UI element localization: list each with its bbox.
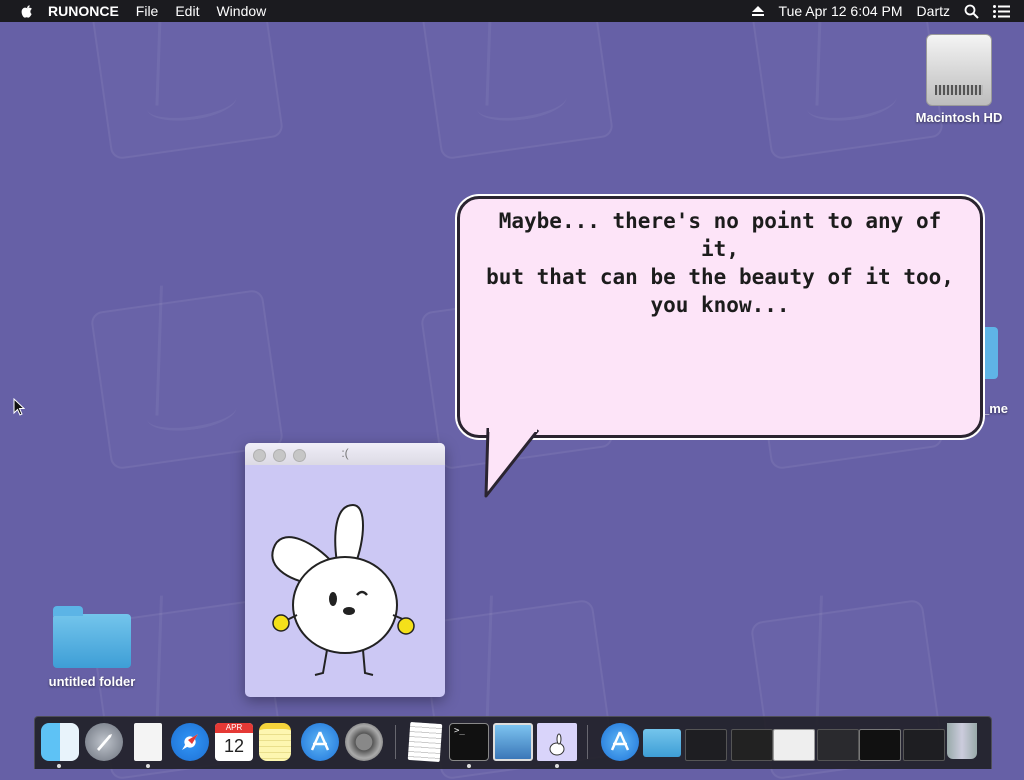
dock-system-preferences[interactable] [345,723,383,761]
dock-calendar[interactable]: APR 12 [215,723,253,761]
dock-minimized-window-2[interactable] [731,729,773,761]
dock-terminal[interactable]: >_ [449,723,489,761]
mouse-cursor-icon [13,398,25,416]
dock-minimized-window-4[interactable] [817,729,859,761]
window-title: :( [341,446,349,460]
app-store-icon [310,731,330,751]
dock-finder[interactable] [41,723,79,761]
running-indicator [146,764,150,768]
window-titlebar[interactable]: :( [245,443,445,465]
running-indicator [57,764,61,768]
dock-minimized-window-1[interactable] [685,729,727,761]
calendar-month: APR [215,723,253,733]
dock-app-store[interactable] [301,723,339,761]
untitled-folder-label: untitled folder [48,674,136,689]
hard-drive-icon [926,34,992,106]
menu-bar-extras: Tue Apr 12 6:04 PM Dartz [751,0,1024,22]
menu-file[interactable]: File [136,3,159,19]
speech-bubble: Maybe... there's no point to any of it, … [457,196,983,438]
clock[interactable]: Tue Apr 12 6:04 PM [779,3,903,19]
dock-document[interactable] [134,723,162,761]
app-store-stack-icon [610,731,630,751]
rocket-icon [97,734,112,751]
dock-notes[interactable] [259,723,291,761]
eject-icon[interactable] [751,5,765,17]
terminal-prompt-icon: >_ [454,726,465,736]
dock-separator [395,725,396,759]
dock-safari[interactable] [171,723,209,761]
runonce-window[interactable]: :( [245,443,445,697]
dock-minimized-window-3[interactable] [773,729,815,761]
folder-icon [53,606,131,668]
dock-app-store-stack[interactable] [601,723,639,761]
dock-launchpad[interactable] [85,723,123,761]
user-name[interactable]: Dartz [917,3,950,19]
dock: APR 12 >_ [34,716,992,769]
speech-bubble-text: Maybe... there's no point to any of it, … [486,209,954,317]
notification-center-icon[interactable] [993,4,1010,18]
dock-textedit[interactable] [407,721,443,763]
menu-window[interactable]: Window [216,3,266,19]
dock-minimized-window-6[interactable] [903,729,945,761]
macintosh-hd-icon[interactable]: Macintosh HD [908,34,1010,125]
dock-downloads-folder[interactable] [643,729,681,757]
apple-menu-icon[interactable] [20,4,34,18]
speech-bubble-tail [484,428,540,498]
calendar-day: 12 [223,736,245,756]
app-name[interactable]: RUNONCE [48,3,119,19]
compass-icon [182,734,198,750]
bunny-app-icon [549,733,565,756]
dock-minimized-window-5[interactable] [859,729,901,761]
menu-edit[interactable]: Edit [175,3,199,19]
macintosh-hd-label: Macintosh HD [915,110,1003,125]
spotlight-search-icon[interactable] [964,4,979,19]
untitled-folder-icon[interactable]: untitled folder [42,602,142,689]
dock-runonce[interactable] [537,723,577,761]
dock-separator [587,725,588,759]
partial-desktop-label: _me [982,401,1009,416]
dock-trash[interactable] [947,723,977,759]
running-indicator [555,764,559,768]
bunny-character-image [271,503,415,676]
dock-preview[interactable] [493,723,533,761]
running-indicator [467,764,471,768]
menu-bar: RUNONCE File Edit Window Tue Apr 12 6:04… [0,0,1024,22]
